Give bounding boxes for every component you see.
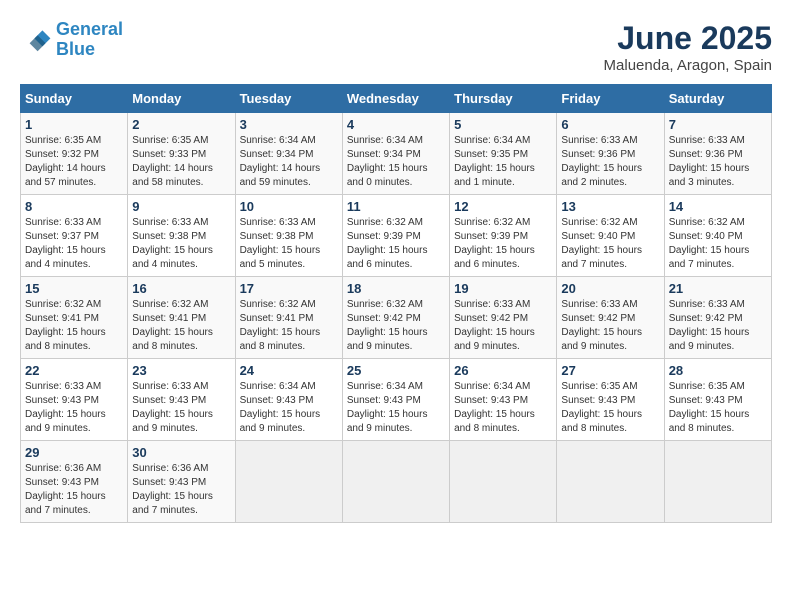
table-row: 13Sunrise: 6:32 AMSunset: 9:40 PMDayligh… — [557, 195, 664, 277]
col-friday: Friday — [557, 85, 664, 113]
header-row: Sunday Monday Tuesday Wednesday Thursday… — [21, 85, 772, 113]
title-area: June 2025 Maluenda, Aragon, Spain — [604, 20, 772, 74]
calendar-table: Sunday Monday Tuesday Wednesday Thursday… — [20, 84, 772, 523]
calendar-subtitle: Maluenda, Aragon, Spain — [604, 57, 772, 74]
col-thursday: Thursday — [450, 85, 557, 113]
logo-icon — [20, 24, 52, 56]
table-row: 18Sunrise: 6:32 AMSunset: 9:42 PMDayligh… — [342, 277, 449, 359]
table-row: 14Sunrise: 6:32 AMSunset: 9:40 PMDayligh… — [664, 195, 771, 277]
table-row: 1Sunrise: 6:35 AMSunset: 9:32 PMDaylight… — [21, 113, 128, 195]
table-row: 29Sunrise: 6:36 AMSunset: 9:43 PMDayligh… — [21, 441, 128, 523]
table-row: 20Sunrise: 6:33 AMSunset: 9:42 PMDayligh… — [557, 277, 664, 359]
table-row: 9Sunrise: 6:33 AMSunset: 9:38 PMDaylight… — [128, 195, 235, 277]
table-row: 30Sunrise: 6:36 AMSunset: 9:43 PMDayligh… — [128, 441, 235, 523]
table-row: 3Sunrise: 6:34 AMSunset: 9:34 PMDaylight… — [235, 113, 342, 195]
table-row: 11Sunrise: 6:32 AMSunset: 9:39 PMDayligh… — [342, 195, 449, 277]
table-row: 27Sunrise: 6:35 AMSunset: 9:43 PMDayligh… — [557, 359, 664, 441]
table-row — [235, 441, 342, 523]
table-row: 24Sunrise: 6:34 AMSunset: 9:43 PMDayligh… — [235, 359, 342, 441]
col-wednesday: Wednesday — [342, 85, 449, 113]
table-row: 23Sunrise: 6:33 AMSunset: 9:43 PMDayligh… — [128, 359, 235, 441]
col-saturday: Saturday — [664, 85, 771, 113]
table-row: 25Sunrise: 6:34 AMSunset: 9:43 PMDayligh… — [342, 359, 449, 441]
col-sunday: Sunday — [21, 85, 128, 113]
table-row: 5Sunrise: 6:34 AMSunset: 9:35 PMDaylight… — [450, 113, 557, 195]
table-row: 17Sunrise: 6:32 AMSunset: 9:41 PMDayligh… — [235, 277, 342, 359]
col-tuesday: Tuesday — [235, 85, 342, 113]
logo: General Blue — [20, 20, 123, 60]
table-row: 21Sunrise: 6:33 AMSunset: 9:42 PMDayligh… — [664, 277, 771, 359]
table-row: 19Sunrise: 6:33 AMSunset: 9:42 PMDayligh… — [450, 277, 557, 359]
table-row: 10Sunrise: 6:33 AMSunset: 9:38 PMDayligh… — [235, 195, 342, 277]
col-monday: Monday — [128, 85, 235, 113]
table-row — [342, 441, 449, 523]
table-row: 6Sunrise: 6:33 AMSunset: 9:36 PMDaylight… — [557, 113, 664, 195]
table-row: 22Sunrise: 6:33 AMSunset: 9:43 PMDayligh… — [21, 359, 128, 441]
table-row: 15Sunrise: 6:32 AMSunset: 9:41 PMDayligh… — [21, 277, 128, 359]
table-row: 26Sunrise: 6:34 AMSunset: 9:43 PMDayligh… — [450, 359, 557, 441]
table-row: 12Sunrise: 6:32 AMSunset: 9:39 PMDayligh… — [450, 195, 557, 277]
table-row: 28Sunrise: 6:35 AMSunset: 9:43 PMDayligh… — [664, 359, 771, 441]
header: General Blue June 2025 Maluenda, Aragon,… — [20, 20, 772, 74]
table-row: 8Sunrise: 6:33 AMSunset: 9:37 PMDaylight… — [21, 195, 128, 277]
table-row: 4Sunrise: 6:34 AMSunset: 9:34 PMDaylight… — [342, 113, 449, 195]
table-row — [557, 441, 664, 523]
table-row — [664, 441, 771, 523]
logo-text: General Blue — [56, 20, 123, 60]
table-row: 7Sunrise: 6:33 AMSunset: 9:36 PMDaylight… — [664, 113, 771, 195]
table-row — [450, 441, 557, 523]
table-row: 16Sunrise: 6:32 AMSunset: 9:41 PMDayligh… — [128, 277, 235, 359]
calendar-title: June 2025 — [604, 20, 772, 57]
table-row: 2Sunrise: 6:35 AMSunset: 9:33 PMDaylight… — [128, 113, 235, 195]
